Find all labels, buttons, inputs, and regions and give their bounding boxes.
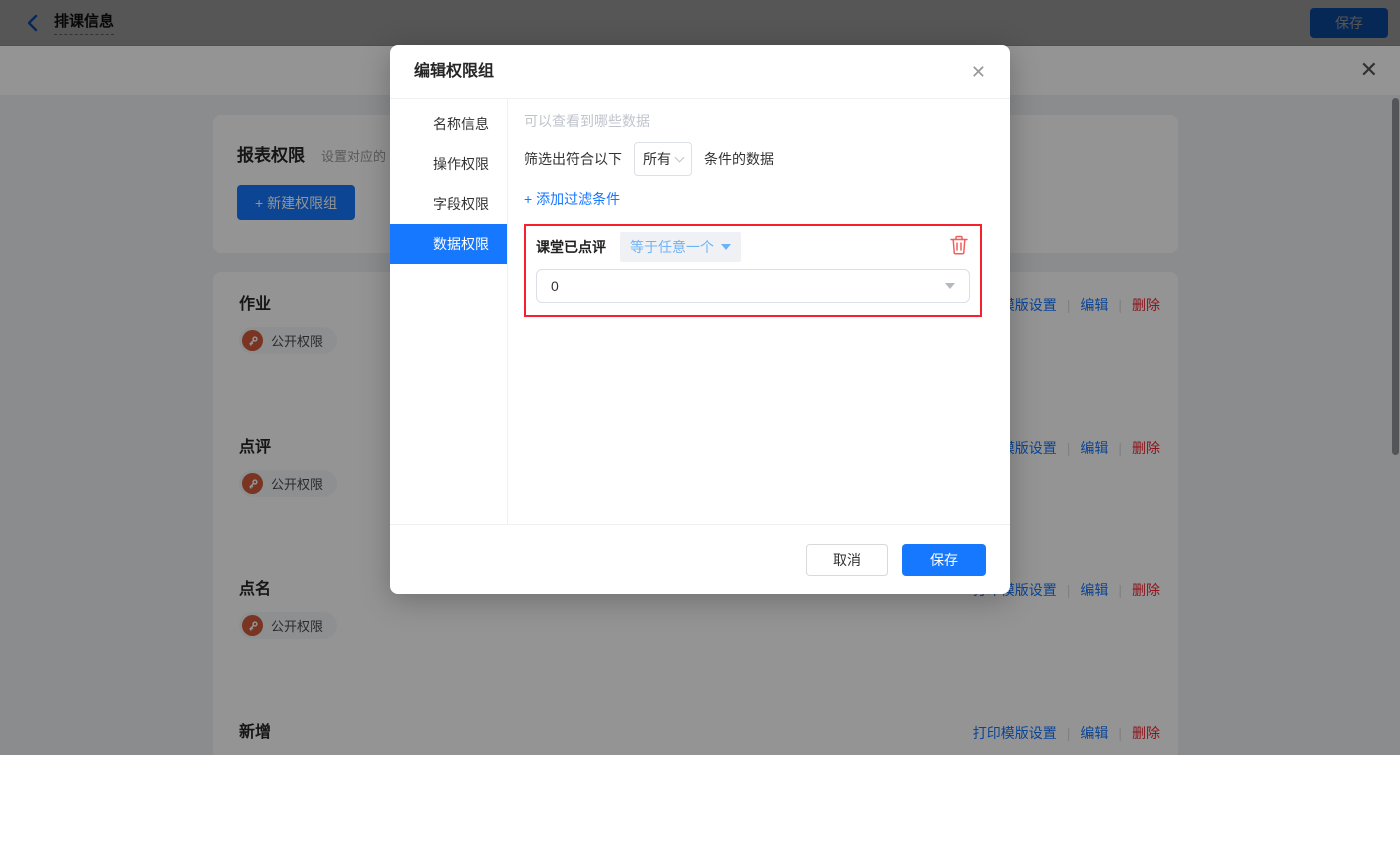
modal-title: 编辑权限组: [414, 63, 494, 80]
save-button[interactable]: 保存: [902, 544, 986, 576]
filter-prefix-label: 筛选出符合以下: [524, 149, 622, 169]
condition-highlight-box: 课堂已点评 等于任意一个 0: [524, 224, 982, 317]
chevron-down-icon: [945, 283, 955, 289]
modal-header: 编辑权限组 ✕: [390, 45, 1010, 99]
add-filter-condition-link[interactable]: + 添加过滤条件: [524, 189, 620, 209]
condition-value-select[interactable]: 0: [536, 269, 970, 303]
tab-field-permissions[interactable]: 字段权限: [390, 184, 507, 224]
tab-data-permissions[interactable]: 数据权限: [390, 224, 507, 264]
condition-operator-value: 等于任意一个: [630, 237, 714, 257]
edit-permission-group-modal: 编辑权限组 ✕ 名称信息 操作权限 字段权限 数据权限 可以查看到哪些数据 筛选…: [390, 45, 1010, 594]
match-mode-value: 所有: [643, 149, 671, 169]
tab-operation-permissions[interactable]: 操作权限: [390, 144, 507, 184]
cancel-button[interactable]: 取消: [806, 544, 888, 576]
modal-footer: 取消 保存: [390, 524, 1010, 594]
condition-value: 0: [551, 278, 559, 294]
filter-suffix-label: 条件的数据: [704, 149, 774, 169]
modal-content: 可以查看到哪些数据 筛选出符合以下 所有 条件的数据 + 添加过滤条件 课堂已点…: [508, 99, 1010, 524]
chevron-down-icon: [721, 244, 731, 250]
modal-close-icon[interactable]: ✕: [971, 45, 986, 99]
modal-sidebar: 名称信息 操作权限 字段权限 数据权限: [390, 99, 508, 524]
condition-operator-dropdown[interactable]: 等于任意一个: [620, 232, 741, 262]
match-mode-select[interactable]: 所有: [634, 142, 692, 176]
filter-match-row: 筛选出符合以下 所有 条件的数据: [524, 142, 982, 176]
condition-field-label: 课堂已点评: [536, 237, 606, 257]
data-visibility-hint: 可以查看到哪些数据: [524, 111, 982, 131]
chevron-down-icon: [675, 152, 685, 162]
delete-condition-icon[interactable]: [950, 235, 968, 255]
tab-name-info[interactable]: 名称信息: [390, 104, 507, 144]
